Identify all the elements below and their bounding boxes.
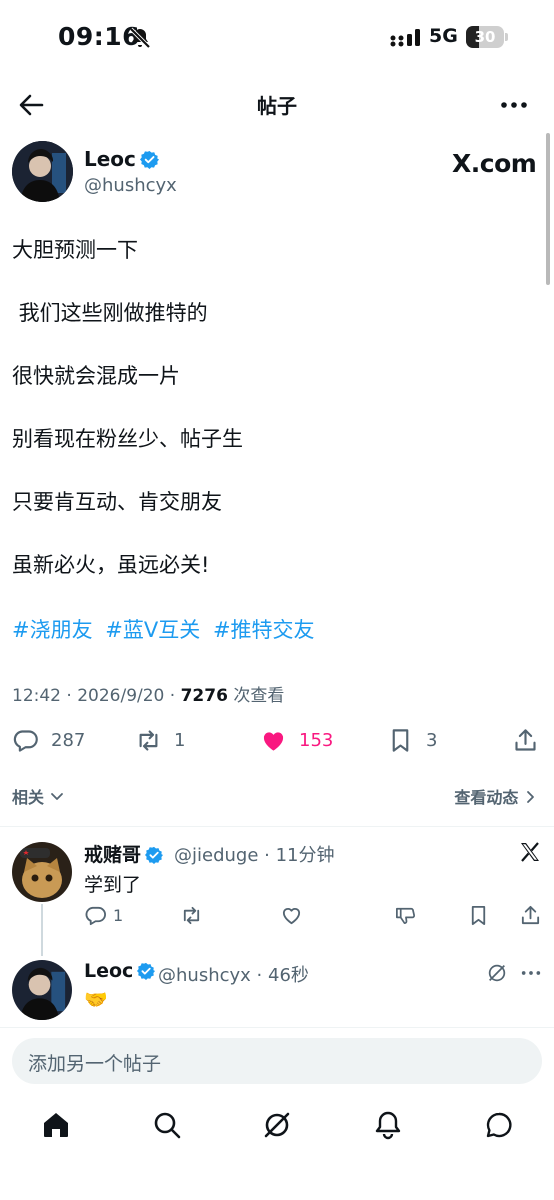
reply-repost-button[interactable]: [180, 904, 203, 927]
related-row: 相关 查看动态: [0, 778, 554, 812]
reply-handle[interactable]: @hushcyx: [158, 965, 251, 986]
reply-handle[interactable]: @jieduge: [174, 845, 258, 866]
reply-button[interactable]: 287: [12, 720, 85, 760]
reply-author-line[interactable]: 戒赌哥: [84, 840, 164, 867]
post-line: 别看现在粉丝少、帖子生: [12, 427, 243, 451]
avatar[interactable]: [12, 842, 72, 902]
battery-icon: 30: [466, 26, 508, 48]
author-handle[interactable]: @hushcyx: [84, 175, 177, 196]
signal-icon: [390, 29, 420, 47]
bell-muted-icon: [129, 27, 151, 49]
like-count: 153: [299, 729, 334, 751]
view-activity-link[interactable]: 查看动态: [454, 784, 538, 808]
avatar[interactable]: [12, 141, 73, 202]
hashtag-link[interactable]: #蓝V互关: [105, 618, 200, 642]
reply-author-line[interactable]: Leoc: [84, 960, 156, 982]
post-line: 很快就会混成一片: [12, 364, 180, 388]
reply-author-name[interactable]: 戒赌哥: [84, 844, 141, 866]
page-title: 帖子: [257, 94, 297, 118]
reply-like-button[interactable]: [280, 904, 303, 927]
reply-reply-button[interactable]: 1: [84, 904, 123, 927]
x-logo-icon: [521, 842, 539, 862]
grok-icon[interactable]: [262, 1110, 292, 1140]
post-author: Leoc @hushcyx X.com: [12, 141, 542, 205]
battery-level: 30: [474, 28, 496, 46]
home-icon[interactable]: [41, 1110, 71, 1140]
repost-button[interactable]: 1: [135, 720, 185, 760]
chevron-down-icon: [50, 793, 63, 800]
share-button[interactable]: [512, 720, 551, 760]
share-icon: [521, 905, 540, 925]
reply-handle-line: @hushcyx · 46秒: [158, 961, 309, 987]
hashtag-link[interactable]: #推特交友: [213, 618, 315, 642]
post-timestamp[interactable]: 12:42 · 2026/9/20 ·: [12, 686, 181, 706]
bookmark-button[interactable]: 3: [387, 720, 437, 760]
reply-icon: [85, 906, 106, 926]
repost-count: 1: [174, 729, 186, 751]
reply-count: 287: [51, 729, 86, 751]
reply-text: 学到了: [84, 874, 142, 896]
related-label: 相关: [12, 788, 45, 807]
share-icon: [515, 728, 536, 751]
activity-label: 查看动态: [454, 788, 519, 807]
like-button[interactable]: 153: [260, 720, 333, 760]
post-meta: 12:42 · 2026/9/20 · 7276 次查看: [12, 681, 284, 706]
more-options-icon[interactable]: [500, 92, 528, 118]
author-name[interactable]: Leoc: [84, 147, 136, 171]
heart-filled-icon: [263, 731, 284, 751]
repost-icon: [139, 729, 158, 751]
reply-dislike-button[interactable]: [394, 904, 417, 927]
post-actions: 287 1 153 3: [0, 720, 554, 764]
reply-text: 🤝: [84, 989, 108, 1011]
hashtag-link[interactable]: #浇朋友: [12, 618, 93, 642]
network-type: 5G: [429, 25, 458, 47]
thread-connector: [41, 904, 43, 956]
verified-badge-icon: [137, 962, 156, 980]
divider: [0, 826, 554, 827]
bookmark-icon: [392, 728, 409, 752]
bookmark-count: 3: [426, 729, 438, 751]
avatar[interactable]: [12, 960, 72, 1020]
reply-reply-count: 1: [113, 906, 124, 925]
bottom-tab-bar: [0, 1100, 554, 1200]
author-name-line[interactable]: Leoc: [84, 147, 159, 171]
chevron-right-icon: [527, 791, 534, 803]
add-post-input[interactable]: 添加另一个帖子: [12, 1038, 542, 1084]
verified-badge-icon: [139, 150, 159, 169]
view-label[interactable]: 次查看: [228, 686, 284, 706]
x-com-watermark: X.com: [452, 149, 537, 178]
reply-icon: [13, 729, 38, 752]
messages-icon[interactable]: [484, 1110, 514, 1140]
reply-time: · 46秒: [256, 965, 309, 986]
grok-icon[interactable]: [486, 962, 508, 984]
post-line: 虽新必火，虽远必关!: [12, 553, 210, 577]
scrollbar[interactable]: [546, 133, 550, 285]
notifications-icon[interactable]: [373, 1110, 403, 1140]
thumbs-down-icon: [396, 907, 415, 925]
reply-handle-line: @jieduge · 11分钟: [174, 841, 335, 867]
reply-share-button[interactable]: [519, 904, 542, 927]
more-options-icon[interactable]: [520, 962, 542, 984]
verified-badge-icon: [145, 846, 164, 864]
heart-icon: [282, 908, 301, 925]
repost-icon: [183, 906, 200, 925]
reply-bookmark-button[interactable]: [467, 904, 490, 927]
bookmark-icon: [471, 905, 486, 926]
view-count[interactable]: 7276: [181, 686, 228, 706]
post-line: 大胆预测一下: [12, 238, 138, 262]
top-nav: 帖子: [0, 80, 554, 130]
reply-composer-bar: 添加另一个帖子: [0, 1027, 554, 1099]
search-icon[interactable]: [152, 1110, 182, 1140]
hashtag-list: #浇朋友 #蓝V互关 #推特交友: [12, 614, 321, 644]
post-line: 只要肯互动、肯交朋友: [12, 490, 222, 514]
related-dropdown[interactable]: 相关: [12, 784, 64, 808]
add-post-placeholder: 添加另一个帖子: [28, 1053, 162, 1075]
reply-time: · 11分钟: [264, 845, 335, 866]
status-bar: 09:16 5G 30: [0, 0, 554, 76]
post-line: 我们这些刚做推特的: [12, 301, 208, 325]
reply-author-name[interactable]: Leoc: [84, 960, 133, 982]
